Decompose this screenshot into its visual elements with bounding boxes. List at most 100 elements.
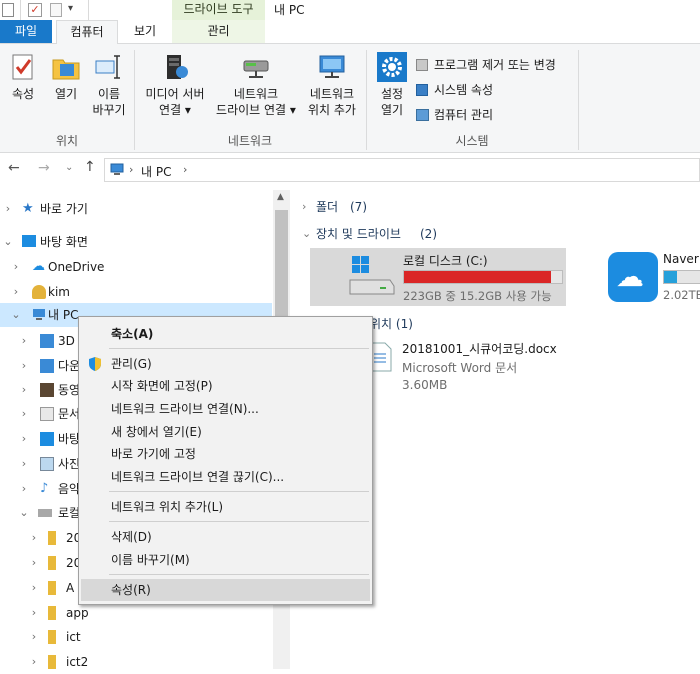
rename-label-2: 바꾸기: [92, 103, 126, 117]
menu-item-rename[interactable]: 이름 바꾸기(M): [81, 549, 370, 571]
network-file-item[interactable]: 20181001_시큐어코딩.docx Microsoft Word 문서 3.…: [370, 338, 670, 394]
recent-locations-chevron-icon[interactable]: ⌄: [65, 162, 73, 173]
local-disk-usage-bar: [403, 270, 563, 284]
tab-view[interactable]: 보기: [118, 20, 172, 43]
section-label: 위치: [370, 317, 393, 331]
page-icon[interactable]: [2, 3, 14, 17]
tab-computer[interactable]: 컴퓨터: [56, 20, 118, 44]
nav-item-folder-ict[interactable]: › ict: [0, 625, 270, 649]
desktop-folder-icon: [40, 432, 54, 446]
rename-button[interactable]: 이름 바꾸기: [88, 52, 130, 118]
scroll-up-icon[interactable]: ▲: [277, 192, 284, 202]
ribbon: 속성 열기 이름 바꾸기 위치 미디어 서버 연결 ▾ 네트워크 드라이브 연결…: [0, 43, 700, 153]
back-arrow-icon[interactable]: ←: [8, 160, 20, 176]
rename-icon: [94, 52, 124, 82]
system-properties-button[interactable]: 시스템 속성: [416, 81, 566, 99]
nav-label: ict: [66, 630, 81, 644]
nav-item-folder[interactable]: › 20: [0, 526, 81, 550]
nav-item-pictures[interactable]: › 사진: [0, 452, 81, 476]
map-drive-label-1: 네트워크: [233, 87, 279, 101]
menu-item-disconnect-drive[interactable]: 네트워크 드라이브 연결 끊기(C)...: [81, 466, 370, 488]
quick-access-dropdown-icon[interactable]: ▾: [68, 3, 73, 14]
uninstall-label: 프로그램 제거 또는 변경: [434, 58, 556, 72]
nav-item-folder-ict2[interactable]: › ict2: [0, 650, 270, 674]
nav-item-documents[interactable]: › 문서: [0, 402, 80, 426]
expand-chevron-icon[interactable]: ›: [10, 280, 22, 304]
open-settings-button[interactable]: 설정 열기: [372, 52, 412, 118]
menu-item-pin-start[interactable]: 시작 화면에 고정(P): [81, 375, 370, 397]
naver-drive-tile[interactable]: ☁ Naver 2.02TB: [608, 248, 700, 306]
menu-item-delete[interactable]: 삭제(D): [81, 526, 370, 548]
nav-item-desktop-folder[interactable]: › 바탕: [0, 427, 81, 451]
this-pc-icon: [110, 163, 124, 175]
menu-item-collapse[interactable]: 축소(A): [81, 323, 370, 345]
cloud-icon: ☁: [32, 259, 45, 274]
expand-chevron-icon[interactable]: ›: [2, 197, 14, 221]
naver-drive-name: Naver: [663, 252, 699, 266]
shield-icon: [89, 357, 101, 371]
nav-item-music[interactable]: › ♪ 음악: [0, 477, 80, 501]
file-size: 3.60MB: [402, 378, 448, 392]
menu-item-manage[interactable]: 관리(G): [81, 353, 370, 375]
uninstall-icon: [416, 59, 428, 71]
settings-label-1: 설정: [380, 87, 404, 101]
map-drive-label-2: 드라이브 연결 ▾: [216, 103, 296, 117]
properties-quick-icon[interactable]: ✓: [28, 3, 42, 17]
menu-item-pin-quick-access[interactable]: 바로 가기에 고정: [81, 443, 370, 465]
expand-chevron-icon[interactable]: ›: [302, 198, 306, 216]
tab-file[interactable]: 파일: [0, 20, 52, 43]
collapse-chevron-icon[interactable]: ⌄: [10, 303, 22, 327]
properties-button[interactable]: 속성: [4, 52, 42, 102]
devices-section-header[interactable]: ⌄ 장치 및 드라이브 (2): [302, 225, 692, 243]
collapse-chevron-icon[interactable]: ⌄: [2, 230, 14, 254]
new-folder-quick-icon[interactable]: [50, 3, 62, 17]
nav-item-local-disk[interactable]: ⌄ 로컬: [0, 501, 80, 525]
computer-management-button[interactable]: 컴퓨터 관리: [416, 106, 566, 124]
naver-drive-usage-text: 2.02TB: [663, 288, 700, 302]
up-arrow-icon[interactable]: ↑: [84, 159, 96, 175]
nav-item-quick-access[interactable]: › ★ 바로 가기: [0, 197, 270, 221]
menu-item-open-new-window[interactable]: 새 창에서 열기(E): [81, 421, 370, 443]
settings-gear-icon: [377, 52, 407, 82]
breadcrumb-chevron-icon[interactable]: ›: [183, 163, 187, 176]
open-button[interactable]: 열기: [46, 52, 86, 102]
address-field[interactable]: › 내 PC ›: [104, 158, 700, 182]
nav-item-videos[interactable]: › 동영: [0, 378, 80, 402]
add-location-label-1: 네트워크: [309, 87, 355, 101]
section-count: (7): [350, 200, 367, 214]
expand-chevron-icon[interactable]: ›: [10, 255, 22, 279]
media-server-button[interactable]: 미디어 서버 연결 ▾: [138, 52, 212, 118]
nav-item-desktop[interactable]: ⌄ 바탕 화면: [0, 230, 270, 254]
nav-item-folder[interactable]: › A: [0, 576, 78, 600]
add-network-location-button[interactable]: 네트워크 위치 추가: [302, 52, 362, 118]
section-count: (2): [420, 227, 437, 241]
local-disk-tile[interactable]: 로컬 디스크 (C:) 223GB 중 15.2GB 사용 가능: [310, 248, 566, 306]
forward-arrow-icon[interactable]: →: [38, 160, 50, 176]
tab-manage[interactable]: 관리: [172, 20, 265, 43]
nav-item-downloads[interactable]: › 다운: [0, 354, 80, 378]
collapse-chevron-icon[interactable]: ⌄: [302, 225, 311, 243]
nav-label: 사진: [58, 457, 81, 471]
breadcrumb-this-pc[interactable]: 내 PC: [141, 163, 171, 180]
menu-item-map-drive[interactable]: 네트워크 드라이브 연결(N)...: [81, 398, 370, 420]
music-icon: ♪: [40, 481, 49, 496]
network-locations-header[interactable]: 위치 (1): [370, 315, 413, 333]
nav-item-onedrive[interactable]: › ☁ OneDrive: [0, 255, 270, 279]
nav-item-3d-objects[interactable]: › 3D: [0, 329, 78, 353]
computer-management-icon: [416, 109, 429, 121]
network-location-icon: [317, 52, 347, 82]
system-group-label: 시스템: [455, 134, 489, 148]
menu-item-add-network-location[interactable]: 네트워크 위치 추가(L): [81, 496, 370, 518]
nav-item-folder[interactable]: › 20: [0, 551, 81, 575]
folder-icon: [48, 630, 56, 644]
star-icon: ★: [22, 201, 34, 216]
menu-item-properties[interactable]: 속성(R): [81, 579, 370, 601]
download-icon: [40, 359, 54, 373]
rename-label-1: 이름: [97, 87, 121, 101]
nav-label: 바탕: [58, 432, 81, 446]
settings-label-2: 열기: [380, 103, 404, 117]
folder-icon: [48, 655, 56, 669]
open-folder-icon: [51, 52, 81, 82]
nav-item-user[interactable]: › kim: [0, 280, 270, 304]
map-network-drive-button[interactable]: 네트워크 드라이브 연결 ▾: [210, 52, 302, 118]
